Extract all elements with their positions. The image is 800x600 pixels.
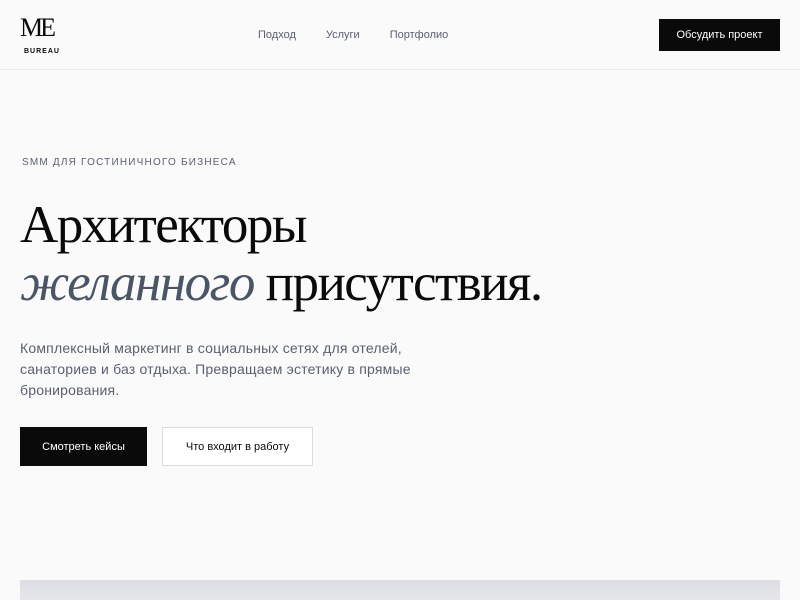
headline-line-1: Архитекторы [20,196,307,254]
nav-link-approach[interactable]: Подход [258,27,296,43]
headline-rest: присутствия. [253,254,544,312]
site-header: ME BUREAU Подход Услуги Портфолио Обсуди… [0,0,800,70]
nav-link-portfolio[interactable]: Портфолио [390,27,449,43]
logo-subtitle: BUREAU [24,48,60,55]
view-cases-button[interactable]: Смотреть кейсы [20,427,147,466]
nav-link-services[interactable]: Услуги [326,27,360,43]
hero-headline: Архитекторы желанного присутствия. [20,196,780,312]
headline-line-2: желанного присутствия. [20,254,780,312]
discuss-project-button[interactable]: Обсудить проект [659,19,780,51]
main-nav: Подход Услуги Портфолио [258,27,448,43]
headline-italic: желанного [20,254,255,312]
hero-image [20,580,780,600]
whats-included-button[interactable]: Что входит в работу [162,427,313,466]
hero-eyebrow: SMM ДЛЯ ГОСТИНИЧНОГО БИЗНЕСА [22,157,237,168]
logo[interactable]: ME BUREAU [20,14,80,58]
hero-lead: Комплексный маркетинг в социальных сетях… [20,340,411,398]
logo-mark: ME [20,13,56,42]
